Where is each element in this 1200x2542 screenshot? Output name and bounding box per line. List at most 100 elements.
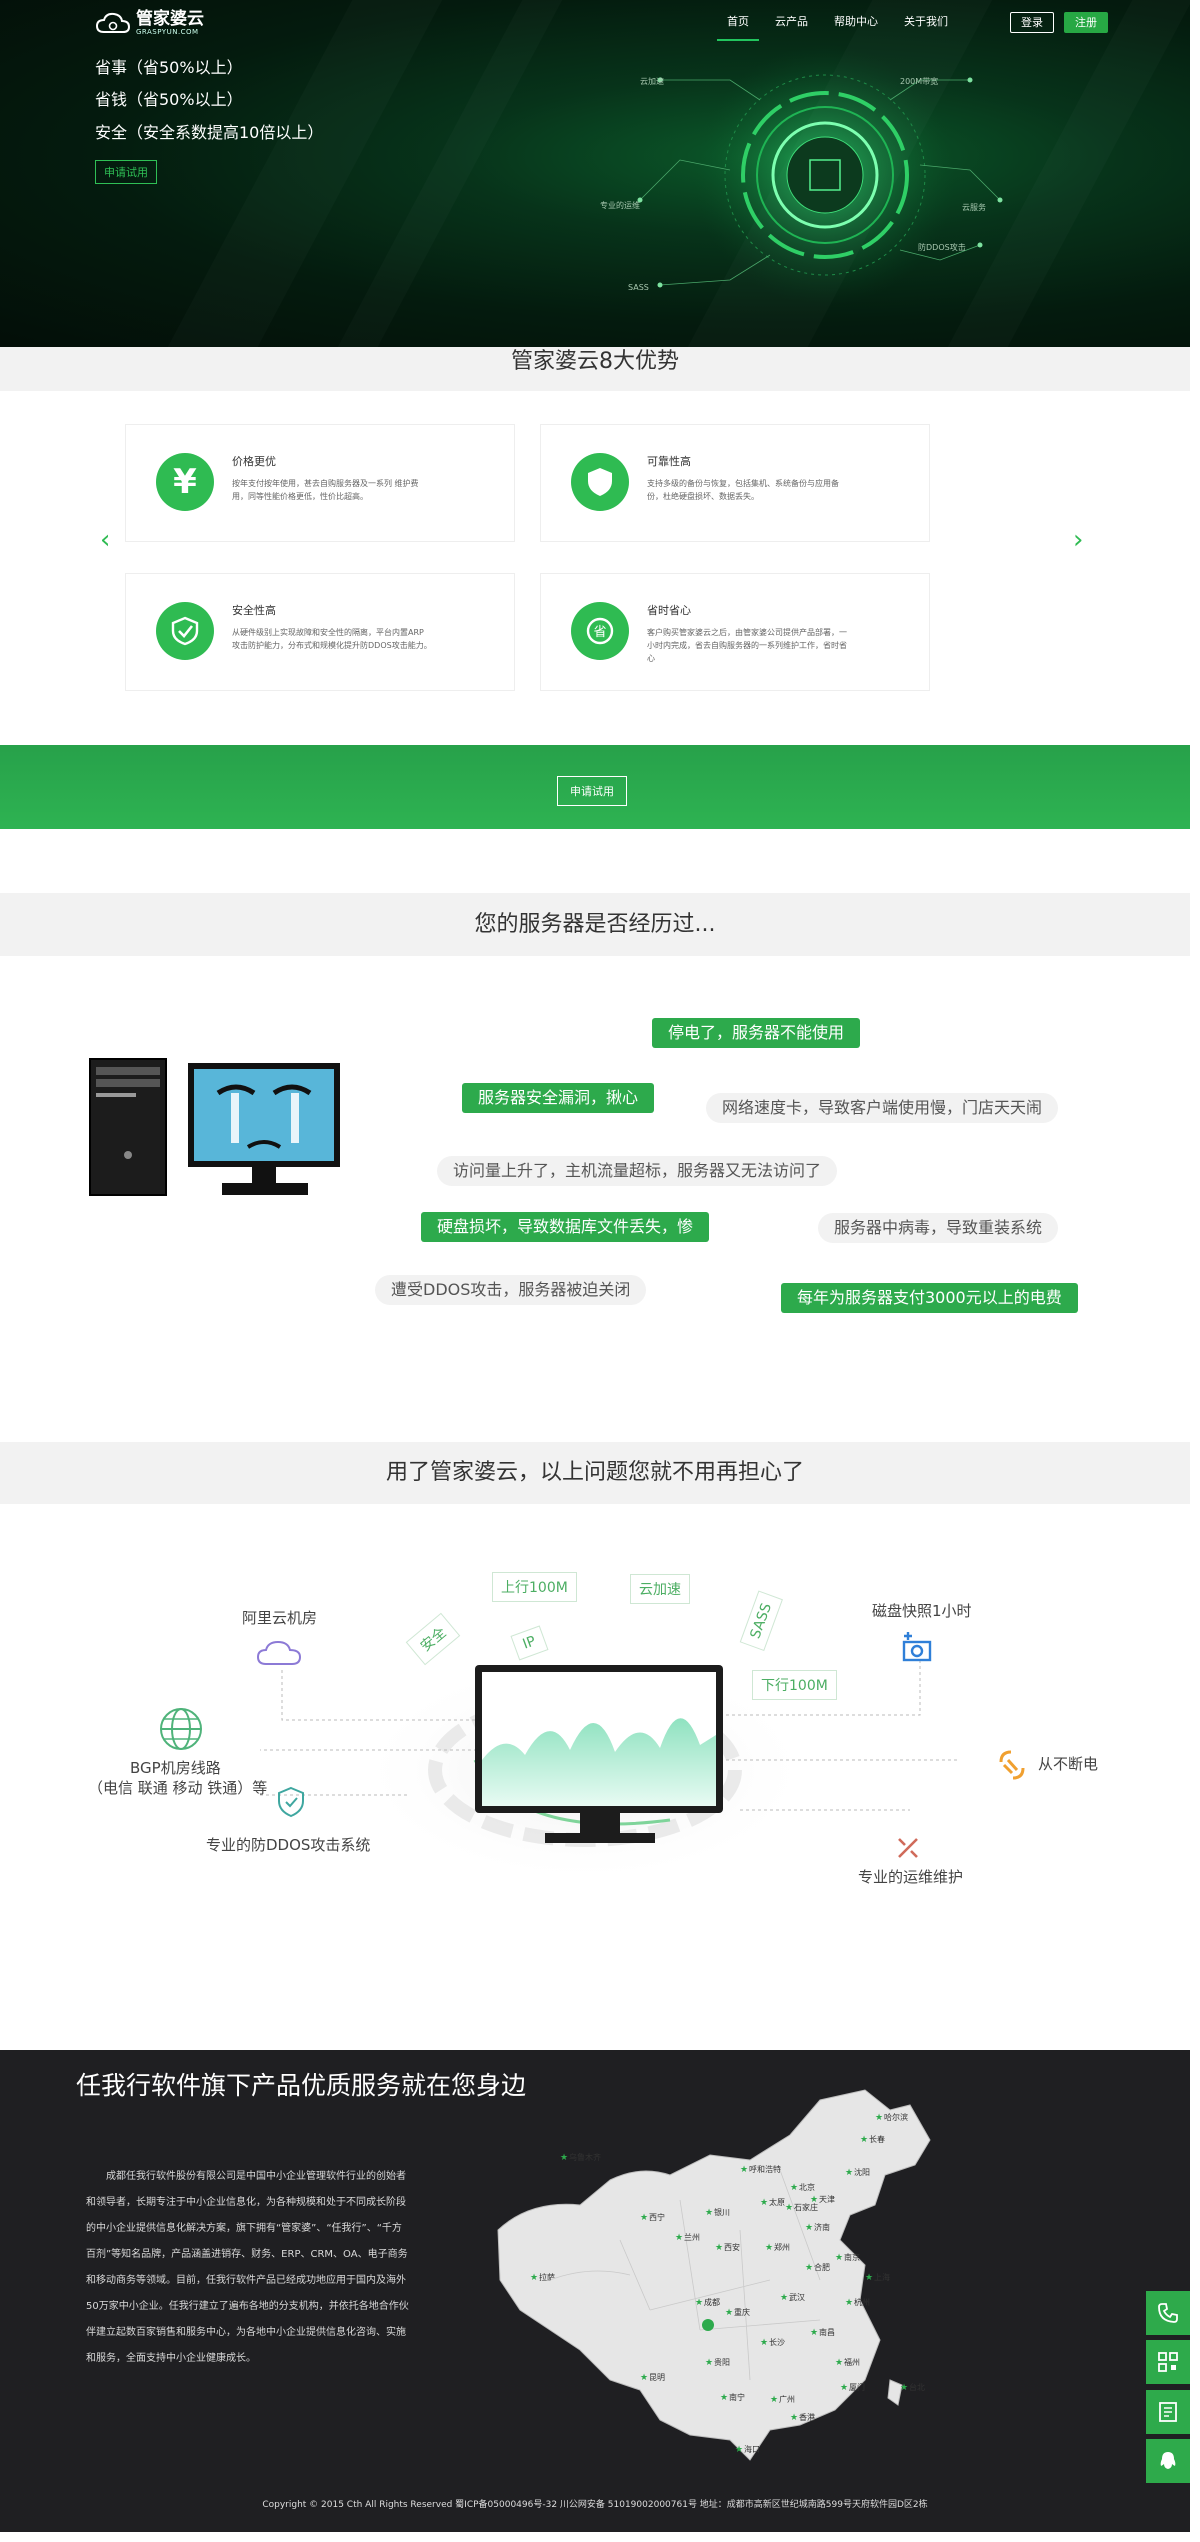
city-label: 长春 (869, 2134, 885, 2144)
hero-slogan: 省事（省50%以上） (95, 58, 243, 77)
city-marker: ★ (810, 2328, 818, 2338)
qrcode-button[interactable] (1146, 2340, 1190, 2384)
city-label: 上海 (874, 2272, 890, 2282)
city-label: 昆明 (649, 2373, 665, 2382)
hero-label: 云服务 (962, 202, 986, 212)
problem-tag: 访问量上升了，主机流量超标，服务器又无法访问了 (437, 1156, 838, 1186)
feature-label: 从不断电 (1038, 1755, 1099, 1773)
advantage-desc: 按年支付按年使用，甚去自购服务器及一系列 维护费用，同等性能价格更低，性价比超高… (232, 479, 419, 501)
tools-icon (898, 1838, 918, 1858)
section-title-solution: 用了管家婆云，以上问题您就不用再担心了 (0, 1442, 1190, 1504)
power-plug-icon (999, 1750, 1025, 1780)
problem-tag: 停电了，服务器不能使用 (652, 1018, 861, 1048)
sad-computer-illustration (89, 1058, 340, 1196)
city-label: 兰州 (684, 2232, 700, 2242)
hero-label: SASS (628, 283, 649, 292)
city-marker: ★ (805, 2223, 813, 2233)
feature-tag: 下行100M (752, 1670, 837, 1700)
city-label: 郑州 (774, 2242, 790, 2252)
hero-slogan: 安全（安全系数提高10倍以上） (95, 123, 324, 142)
register-button[interactable]: 注册 (1064, 12, 1108, 33)
hero-label: 防DDOS攻击 (918, 242, 966, 252)
form-icon (1159, 2402, 1177, 2422)
city-label: 厦门 (849, 2382, 865, 2392)
city-marker: ★ (530, 2273, 538, 2283)
camera-snapshot-icon (902, 1632, 932, 1662)
advantage-title: 省时省心 (647, 604, 691, 617)
feature-label: 阿里云机房 (242, 1609, 318, 1627)
nav-help-center[interactable]: 帮助中心 (834, 13, 878, 41)
hero-trial-button[interactable]: 申请试用 (95, 160, 157, 184)
hero-label: 200M带宽 (900, 76, 938, 86)
city-marker: ★ (805, 2263, 813, 2273)
qq-button[interactable] (1146, 2439, 1190, 2483)
advantage-title: 价格更优 (232, 455, 276, 468)
city-label: 西安 (724, 2242, 740, 2252)
logo-domain: GRASPYUN.COM (136, 28, 199, 36)
city-marker: ★ (790, 2183, 798, 2193)
city-label: 北京 (799, 2182, 815, 2192)
yen-icon: ¥ (156, 453, 214, 511)
city-marker: ★ (735, 2445, 743, 2455)
city-marker: ★ (640, 2213, 648, 2223)
company-description: 成都任我行软件股份有限公司是中国中小企业管理软件行业的创始者和领导者，长期专注于… (86, 2171, 409, 2364)
qrcode-icon (1158, 2352, 1178, 2372)
feature-label: 专业的防DDOS攻击系统 (206, 1836, 371, 1854)
nav-home[interactable]: 首页 (717, 13, 759, 41)
carousel-prev-arrow[interactable]: ‹ (100, 525, 110, 555)
save-icon: 省 (571, 602, 629, 660)
city-label: 太原 (769, 2197, 785, 2207)
nav-cloud-products[interactable]: 云产品 (775, 13, 808, 41)
cloud-icon (256, 1640, 302, 1665)
problem-tag: 服务器中病毒，导致重装系统 (818, 1213, 1059, 1243)
nav-about-us[interactable]: 关于我们 (904, 13, 948, 41)
city-marker: ★ (865, 2273, 873, 2283)
hero-label: 云加速 (640, 76, 664, 86)
city-label: 南宁 (729, 2392, 745, 2402)
main-nav: 首页 云产品 帮助中心 关于我们 (717, 13, 974, 41)
city-marker: ★ (725, 2308, 733, 2318)
feature-label: 磁盘快照1小时 (872, 1602, 972, 1620)
city-label: 海口 (744, 2444, 760, 2454)
svg-text:省: 省 (593, 625, 606, 640)
city-marker: ★ (640, 2373, 648, 2383)
city-label: 银川 (714, 2207, 730, 2217)
advantage-title: 可靠性高 (647, 455, 691, 468)
feature-tag: 云加速 (630, 1574, 690, 1604)
advantage-card: ¥ 价格更优 按年支付按年使用，甚去自购服务器及一系列 维护费用，同等性能价格更… (125, 424, 515, 542)
city-label: 哈尔滨 (884, 2112, 908, 2122)
advantage-card: 安全性高 从硬件级别上实现故障和安全性的隔离，平台内置ARP 攻击防护能力，分布… (125, 573, 515, 691)
city-marker: ★ (835, 2253, 843, 2263)
copyright: Copyright © 2015 Cth All Rights Reserved… (262, 2500, 928, 2510)
city-label: 拉萨 (539, 2272, 555, 2282)
city-label: 杭州 (854, 2297, 870, 2307)
city-label: 福州 (844, 2358, 860, 2367)
city-label: 南京 (844, 2252, 860, 2262)
carousel-next-arrow[interactable]: › (1073, 525, 1083, 555)
city-label: 呼和浩特 (749, 2164, 781, 2174)
globe-icon (160, 1708, 202, 1750)
city-label: 西宁 (649, 2212, 665, 2222)
city-label: 武汉 (789, 2292, 805, 2302)
advantage-title: 安全性高 (232, 604, 276, 617)
city-marker: ★ (705, 2358, 713, 2368)
service-map: ★ 哈尔滨★ 长春★ 乌鲁木齐★ 沈阳★ 呼和浩特★ 北京★ 天津★ 太原★ 石家庄★ 银川★ 西宁★… (497, 2089, 931, 2461)
city-marker: ★ (785, 2203, 793, 2213)
banner-trial-button[interactable]: 申请试用 (557, 776, 627, 806)
advantage-desc: 支持多级的备份与恢复，包括集机、系统备份与应用备份，杜绝硬盘损坏、数据丢失。 (647, 479, 839, 501)
city-marker: ★ (860, 2135, 868, 2145)
city-marker: ★ (720, 2393, 728, 2403)
logo[interactable]: 管家婆云 GRASPYUN.COM (96, 10, 204, 36)
city-label: 长沙 (769, 2337, 785, 2347)
feature-label: （电信 联通 移动 铁通）等 (88, 1779, 268, 1797)
phone-button[interactable] (1146, 2291, 1190, 2335)
feedback-button[interactable] (1146, 2390, 1190, 2434)
city-label: 济南 (814, 2222, 830, 2232)
city-marker: ★ (760, 2198, 768, 2208)
login-button[interactable]: 登录 (1010, 12, 1054, 33)
problem-tag: 每年为服务器支付3000元以上的电费 (781, 1283, 1078, 1313)
city-marker: ★ (705, 2208, 713, 2218)
city-marker: ★ (770, 2395, 778, 2405)
cloud-logo-icon (96, 12, 130, 33)
shield-check-icon (156, 602, 214, 660)
